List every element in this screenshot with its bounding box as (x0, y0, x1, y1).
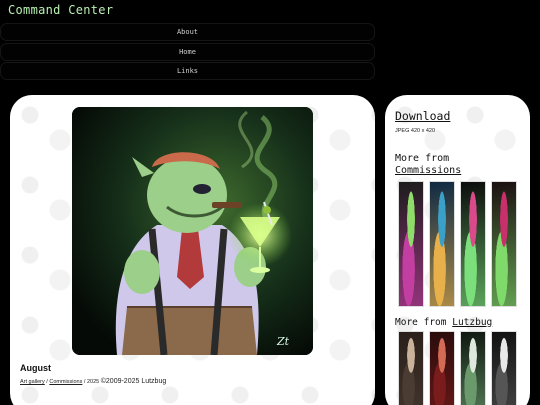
artist-link[interactable]: Lutzbug (452, 317, 492, 328)
more-from-label: More from (395, 153, 450, 164)
more-from-artist-heading: More from Lutzbug (395, 317, 525, 328)
breadcrumb-commissions-link[interactable]: Commissions (49, 379, 82, 385)
artist-thumb-1[interactable] (398, 331, 424, 405)
commission-thumb-2[interactable] (429, 181, 455, 307)
artwork-image[interactable]: Zt (72, 107, 313, 355)
download-link[interactable]: Download (395, 109, 450, 123)
nav-links[interactable]: Links (0, 62, 375, 80)
more-from-commissions-heading: More from Commissions (395, 153, 520, 177)
artwork-panel: Zt August Art gallery / Commissions / 20… (10, 95, 375, 405)
artwork-title: August (20, 363, 51, 373)
artist-thumb-2[interactable] (429, 331, 455, 405)
more-from-label: More from (395, 317, 447, 328)
artist-thumb-4[interactable] (491, 331, 517, 405)
download-size-info: JPEG 420 x 420 (395, 128, 436, 134)
commission-thumb-1[interactable] (398, 181, 424, 307)
breadcrumb-art-gallery-link[interactable]: Art gallery (20, 379, 45, 385)
commission-thumb-3[interactable] (460, 181, 486, 307)
commission-thumb-4[interactable] (491, 181, 517, 307)
breadcrumb-separator: / (46, 379, 48, 385)
sidebar-panel: Download JPEG 420 x 420 More from Commis… (385, 95, 530, 405)
artwork-illustration: Zt (72, 107, 313, 355)
nav-about[interactable]: About (0, 23, 375, 41)
breadcrumb: Art gallery / Commissions / 2025 ©2009-2… (20, 378, 166, 385)
breadcrumb-separator: / (83, 379, 86, 385)
site-title[interactable]: Command Center (8, 3, 113, 17)
commissions-link[interactable]: Commissions (395, 165, 461, 176)
nav-home[interactable]: Home (0, 42, 375, 61)
copyright-text: ©2009-2025 Lutzbug (100, 378, 167, 385)
main-nav: About Home Links (0, 23, 375, 82)
artwork-year: 2025 (86, 379, 100, 385)
artist-thumb-3[interactable] (460, 331, 486, 405)
artist-signature: Zt (276, 335, 290, 348)
